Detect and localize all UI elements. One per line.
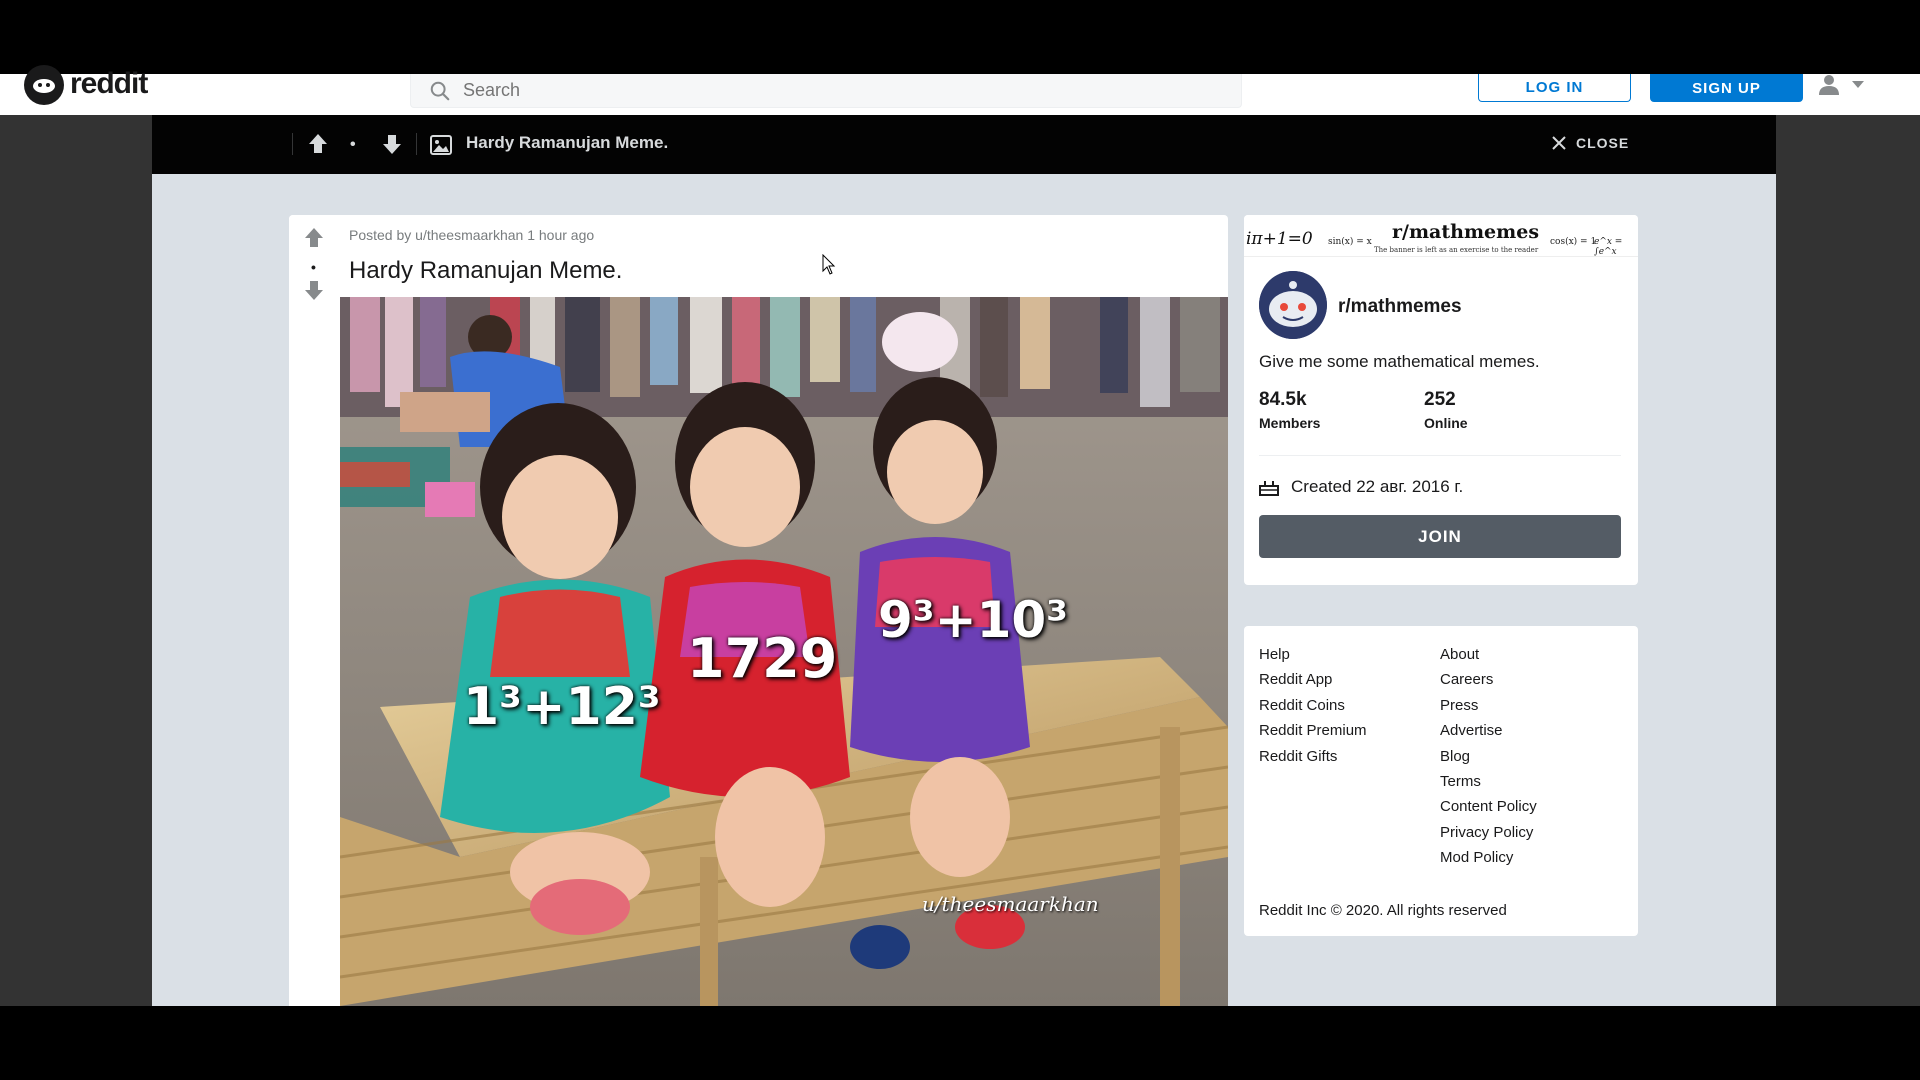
members-label: Members — [1259, 415, 1321, 431]
banner-sin: sin(x) = x — [1328, 237, 1372, 247]
post-card: • Posted by u/theesmaarkhan 1 hour ago H… — [289, 215, 1228, 1006]
footer-link[interactable]: Reddit Coins — [1259, 695, 1367, 720]
separator — [416, 133, 417, 155]
post-meta[interactable]: Posted by u/theesmaarkhan 1 hour ago — [349, 227, 594, 243]
footer-link[interactable]: Press — [1440, 695, 1537, 720]
vote-column: • — [289, 215, 340, 1006]
separator — [292, 133, 293, 155]
footer-link[interactable]: Help — [1259, 644, 1367, 669]
user-menu[interactable] — [1818, 74, 1864, 96]
post-top-bar: • Hardy Ramanujan Meme. CLOSE — [152, 115, 1776, 174]
user-icon — [1819, 75, 1839, 95]
upvote-icon[interactable] — [303, 227, 325, 249]
footer-link[interactable]: Terms — [1440, 771, 1537, 796]
community-banner: iπ+1=0 sin(x) = x r/mathmemes The banner… — [1244, 215, 1638, 257]
footer-link[interactable]: Mod Policy — [1440, 847, 1537, 872]
close-icon — [1552, 136, 1566, 150]
meme-label-right: 9³+10³ — [878, 591, 1069, 649]
downvote-icon[interactable] — [303, 279, 325, 301]
signup-button[interactable]: SIGN UP — [1650, 74, 1803, 102]
footer-link[interactable]: Reddit Premium — [1259, 720, 1367, 745]
footer-right-column: About Careers Press Advertise Blog Terms… — [1440, 644, 1537, 873]
online-label: Online — [1424, 415, 1468, 431]
banner-int: e^x = ∫e^x — [1594, 237, 1623, 257]
post-title: Hardy Ramanujan Meme. — [349, 257, 623, 284]
online-count: 252 — [1424, 389, 1456, 410]
members-stat: 84.5k Members — [1259, 389, 1320, 431]
created-text: Created 22 авг. 2016 г. — [1291, 477, 1464, 496]
footer-link[interactable]: Reddit App — [1259, 669, 1367, 694]
login-button[interactable]: LOG IN — [1478, 74, 1631, 102]
meme-watermark: u/theesmaarkhan — [922, 892, 1099, 916]
search-icon — [430, 81, 450, 100]
footer-link[interactable]: Blog — [1440, 746, 1537, 771]
search-bar[interactable] — [410, 74, 1242, 108]
chevron-down-icon — [1852, 81, 1864, 88]
community-name[interactable]: r/mathmemes — [1338, 296, 1462, 318]
footer-left-column: Help Reddit App Reddit Coins Reddit Prem… — [1259, 644, 1367, 771]
banner-cos: cos(x) = 1 — [1550, 237, 1597, 247]
letterbox-bottom — [0, 1006, 1920, 1080]
logo-text: reddit — [70, 67, 148, 100]
vote-score: • — [311, 259, 316, 275]
footer-link[interactable]: Privacy Policy — [1440, 822, 1537, 847]
search-input[interactable] — [463, 80, 1163, 101]
overlay-right-margin — [1776, 115, 1920, 1006]
community-avatar-icon — [1259, 271, 1327, 339]
join-button[interactable]: JOIN — [1259, 515, 1621, 558]
banner-euler: iπ+1=0 — [1246, 229, 1313, 249]
footer-link[interactable]: Reddit Gifts — [1259, 746, 1367, 771]
community-card: iπ+1=0 sin(x) = x r/mathmemes The banner… — [1244, 215, 1638, 585]
divider — [1259, 455, 1621, 456]
banner-title: r/mathmemes — [1392, 221, 1540, 243]
created-date: Created 22 авг. 2016 г. — [1259, 477, 1463, 497]
banner-note: The banner is left as an exercise to the… — [1374, 246, 1539, 254]
footer-link[interactable]: Content Policy — [1440, 796, 1537, 821]
footer-link[interactable]: About — [1440, 644, 1537, 669]
close-label: CLOSE — [1576, 135, 1630, 151]
vote-score: • — [350, 136, 356, 153]
reddit-alien-icon — [24, 65, 64, 105]
footer-link[interactable]: Advertise — [1440, 720, 1537, 745]
footer-link[interactable]: Careers — [1440, 669, 1537, 694]
cake-icon — [1259, 481, 1279, 496]
footer-links-card: Help Reddit App Reddit Coins Reddit Prem… — [1244, 626, 1638, 936]
upvote-icon[interactable] — [308, 133, 328, 155]
site-header: reddit LOG IN SIGN UP — [0, 65, 1920, 115]
meme-label-center: 1729 — [687, 627, 838, 690]
post-bar-title: Hardy Ramanujan Meme. — [466, 133, 669, 152]
post-image[interactable]: 1³+12³ 1729 9³+10³ u/theesmaarkhan — [340, 297, 1228, 1006]
image-post-icon — [430, 135, 452, 155]
online-stat: 252 Online — [1424, 389, 1468, 431]
copyright: Reddit Inc © 2020. All rights reserved — [1259, 902, 1507, 919]
members-count: 84.5k — [1259, 389, 1307, 410]
letterbox-top — [0, 0, 1920, 74]
close-button[interactable]: CLOSE — [1552, 135, 1629, 151]
community-description: Give me some mathematical memes. — [1259, 352, 1540, 371]
mouse-cursor-icon — [822, 254, 836, 275]
overlay-left-margin — [0, 115, 152, 1006]
reddit-logo[interactable]: reddit — [24, 65, 148, 106]
downvote-icon[interactable] — [382, 133, 402, 155]
community-avatar[interactable] — [1259, 271, 1327, 339]
meme-label-left: 1³+12³ — [463, 677, 661, 737]
